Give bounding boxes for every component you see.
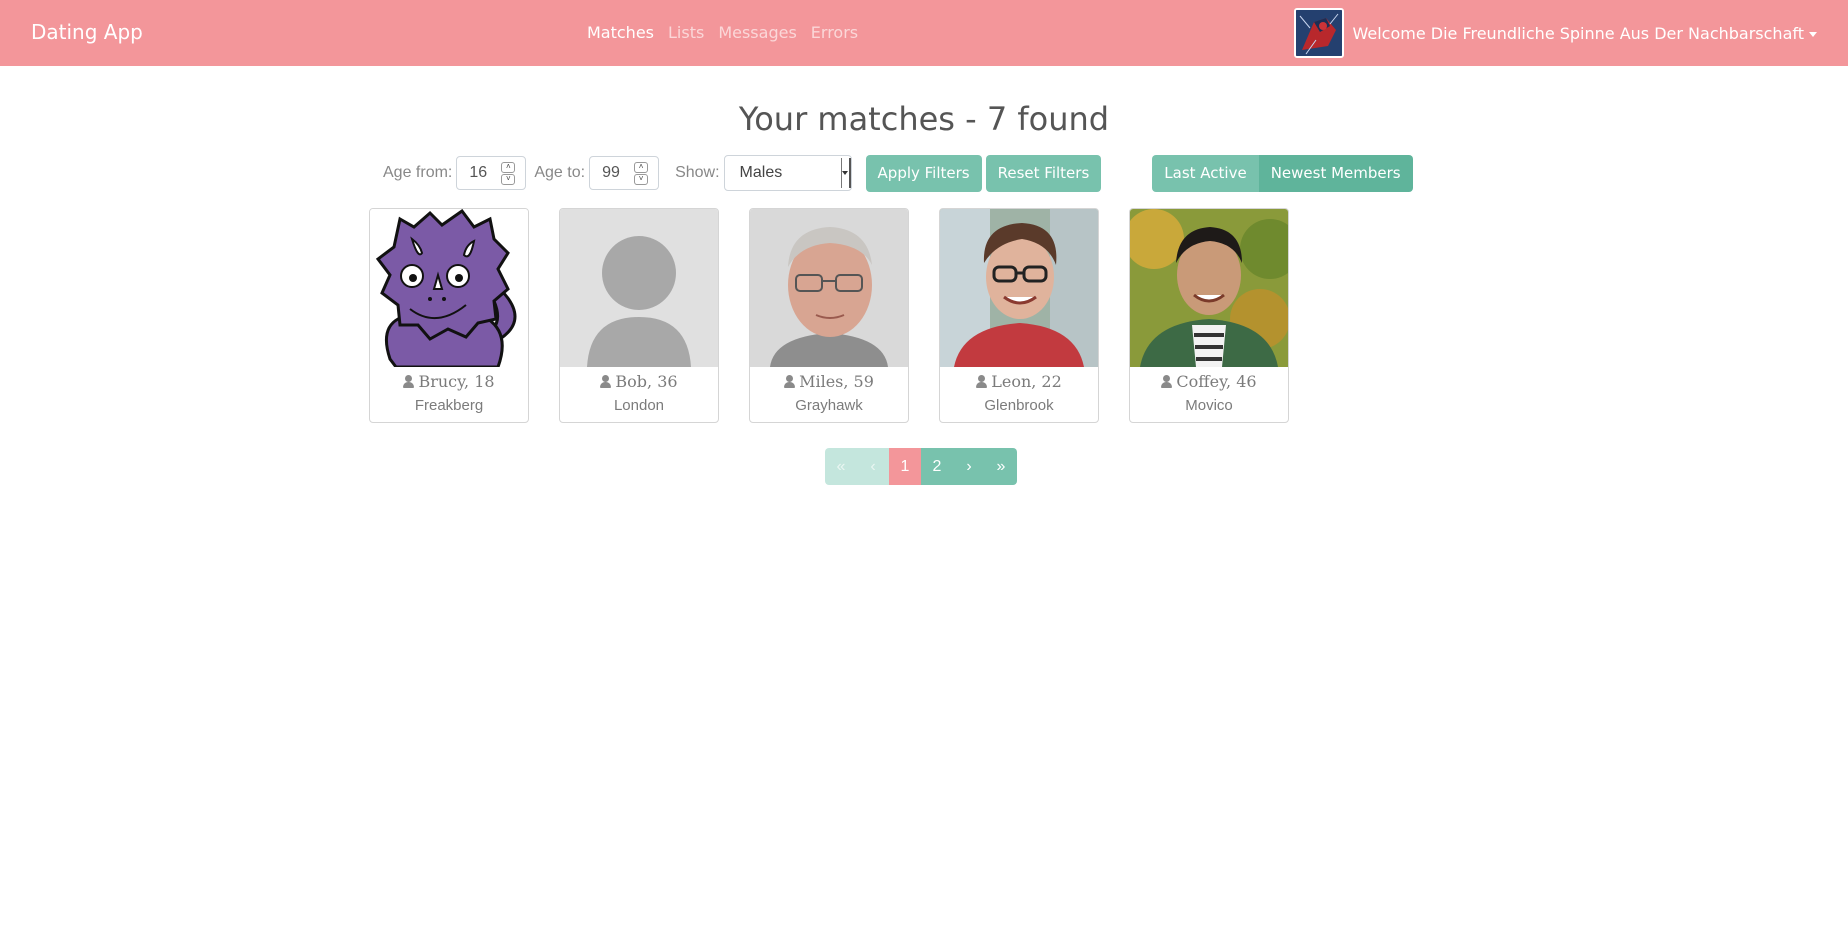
member-city: Grayhawk	[795, 397, 863, 414]
member-card[interactable]: Brucy, 18 Freakberg	[369, 208, 529, 423]
member-city: London	[613, 397, 665, 414]
reset-filters-button[interactable]: Reset Filters	[985, 154, 1102, 192]
page-prev-button[interactable]: ‹	[857, 448, 889, 485]
page-next-button[interactable]: ›	[953, 448, 985, 485]
spinner-icon[interactable]: ˄ ˅	[501, 161, 516, 185]
member-list: Brucy, 18 Freakberg Bob, 36 London Miles…	[369, 208, 1289, 423]
last-active-button[interactable]: Last Active	[1152, 154, 1259, 192]
page-2-button[interactable]: 2	[921, 448, 953, 485]
user-icon	[403, 375, 415, 388]
user-avatar-icon[interactable]	[1294, 8, 1345, 58]
spinner-icon[interactable]: ˄ ˅	[634, 161, 649, 185]
member-photo	[750, 209, 908, 367]
welcome-text: Welcome Die Freundliche Spinne Aus Der N…	[1352, 23, 1804, 43]
member-card[interactable]: Bob, 36 London	[559, 208, 719, 423]
member-card[interactable]: Miles, 59 Grayhawk	[749, 208, 909, 423]
age-to-label: Age to:	[534, 164, 586, 181]
nav-item-messages[interactable]: Messages	[718, 23, 796, 42]
age-to-input[interactable]: 99 ˄ ˅	[589, 156, 660, 190]
member-name: Leon, 22	[991, 372, 1062, 391]
brand-link[interactable]: Dating App	[31, 20, 143, 44]
user-icon	[600, 375, 612, 388]
user-menu: Welcome Die Freundliche Spinne Aus Der N…	[1294, 8, 1817, 58]
user-icon	[976, 375, 988, 388]
member-photo	[370, 209, 528, 367]
member-city: Freakberg	[414, 397, 484, 414]
member-photo	[940, 209, 1098, 367]
member-card[interactable]: Coffey, 46 Movico	[1129, 208, 1289, 423]
top-navbar: Dating App Matches Lists Messages Errors…	[0, 0, 1848, 66]
member-name: Coffey, 46	[1176, 372, 1257, 391]
member-city: Glenbrook	[984, 397, 1054, 414]
user-icon	[1161, 375, 1173, 388]
member-name: Bob, 36	[615, 372, 678, 391]
age-from-label: Age from:	[383, 164, 453, 181]
page-title: Your matches - 7 found	[738, 100, 1110, 138]
age-from-value: 16	[469, 164, 488, 181]
chevron-down-icon	[1809, 31, 1817, 37]
newest-members-button[interactable]: Newest Members	[1258, 154, 1413, 192]
member-name: Brucy, 18	[418, 372, 495, 391]
nav-item-lists[interactable]: Lists	[668, 23, 704, 42]
user-dropdown-toggle[interactable]: Welcome Die Freundliche Spinne Aus Der N…	[1352, 24, 1817, 43]
page-last-button[interactable]: »	[985, 448, 1017, 485]
apply-filters-button[interactable]: Apply Filters	[865, 154, 982, 192]
nav-item-matches[interactable]: Matches	[587, 23, 654, 42]
user-icon	[784, 375, 796, 388]
pagination: « ‹ 1 2 › »	[825, 448, 1017, 485]
nav-links: Matches Lists Messages Errors	[587, 23, 858, 42]
gender-select[interactable]: Males	[723, 155, 852, 191]
show-label: Show:	[675, 164, 720, 181]
filter-form: Age from: 16 ˄ ˅ Age to: 99 ˄ ˅ Show: Male…	[383, 154, 1413, 192]
page-first-button[interactable]: «	[825, 448, 857, 485]
member-city: Movico	[1185, 397, 1233, 414]
gender-select-value: Males	[739, 164, 783, 181]
order-by-button-group: Last Active Newest Members	[1152, 154, 1413, 192]
nav-item-errors[interactable]: Errors	[811, 23, 858, 42]
member-photo	[1130, 209, 1288, 367]
member-name: Miles, 59	[799, 372, 874, 391]
age-to-value: 99	[602, 164, 620, 181]
select-arrow-icon	[840, 158, 851, 188]
member-card[interactable]: Leon, 22 Glenbrook	[939, 208, 1099, 423]
page-1-button[interactable]: 1	[889, 448, 921, 485]
member-photo	[560, 209, 718, 367]
age-from-input[interactable]: 16 ˄ ˅	[456, 156, 527, 190]
